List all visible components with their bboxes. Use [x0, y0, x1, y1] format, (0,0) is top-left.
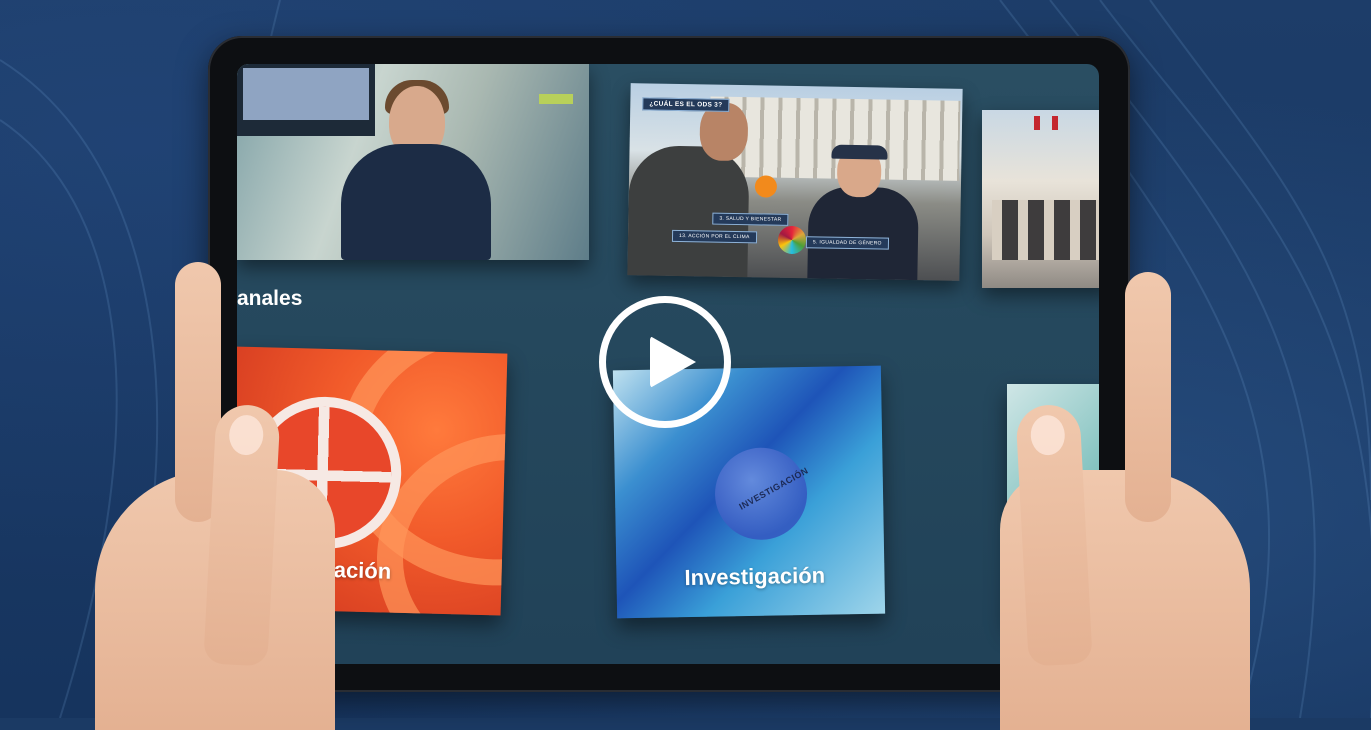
- section-title: anales: [237, 287, 303, 310]
- ods-option: 13. ACCIÓN POR EL CLIMA: [671, 229, 757, 244]
- monitor: [237, 64, 375, 136]
- play-button[interactable]: [599, 296, 731, 428]
- video-thumbnail-ods[interactable]: ¿CUÁL ES EL ODS 3? 3. SALUD Y BIENESTAR …: [627, 83, 963, 281]
- person-scrubs: [341, 144, 491, 260]
- channel-label: Investigación: [684, 562, 826, 591]
- flag: [1052, 116, 1058, 130]
- cap: [831, 144, 888, 160]
- ods-logo-icon: [777, 225, 807, 255]
- right-finger: [1125, 272, 1171, 522]
- reporter: [627, 145, 750, 278]
- right-thumb: [1015, 403, 1093, 667]
- left-thumb: [203, 403, 281, 667]
- play-icon: [650, 336, 696, 388]
- video-thumbnail-square[interactable]: [982, 110, 1099, 288]
- interviewee: [807, 186, 919, 281]
- ods-question: ¿CUÁL ES EL ODS 3?: [642, 97, 730, 112]
- flag: [1034, 116, 1040, 130]
- ods-option: 3. SALUD Y BIENESTAR: [712, 212, 789, 226]
- microphone-icon: [754, 175, 778, 198]
- video-thumbnail-hospital[interactable]: [237, 64, 589, 260]
- arches: [992, 200, 1099, 260]
- green-sign: [539, 94, 573, 104]
- ods-option: 5. IGUALDAD DE GÉNERO: [805, 236, 889, 250]
